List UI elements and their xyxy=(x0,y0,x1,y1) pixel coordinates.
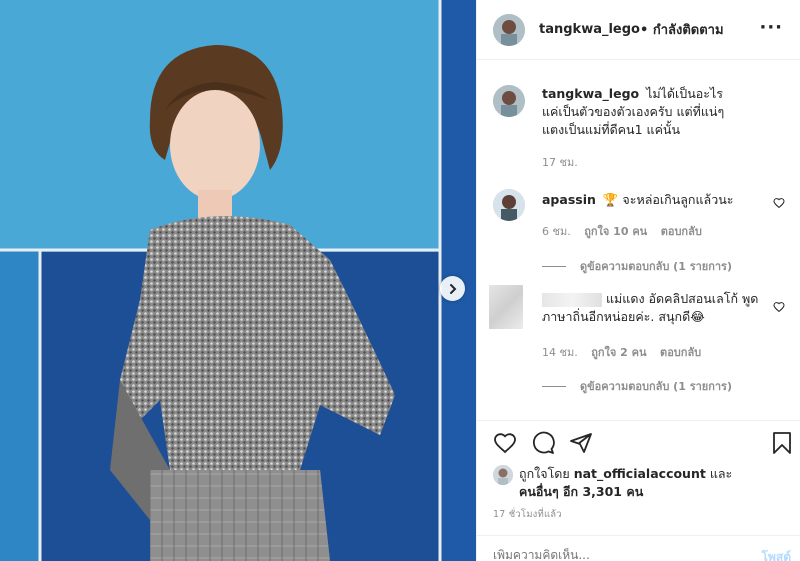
liked-by-user[interactable]: nat_officialaccount xyxy=(574,466,706,481)
reply-button[interactable]: ตอบกลับ xyxy=(661,225,702,238)
share-icon[interactable] xyxy=(569,431,593,455)
blurred-username xyxy=(542,292,602,307)
action-bar xyxy=(477,420,800,464)
comment-input[interactable] xyxy=(493,548,733,561)
post-photo[interactable] xyxy=(0,0,476,561)
liked-by-and: และ xyxy=(709,466,733,481)
view-replies[interactable]: ดูข้อความตอบกลับ (1 รายการ) xyxy=(542,377,732,395)
author-username[interactable]: tangkwa_lego xyxy=(539,22,640,37)
heart-icon[interactable] xyxy=(493,431,517,455)
view-replies[interactable]: ดูข้อความตอบกลับ (1 รายการ) xyxy=(542,257,732,275)
add-comment-bar: โพสต์ xyxy=(477,535,800,561)
liker-avatar[interactable] xyxy=(493,465,513,485)
next-photo-button[interactable] xyxy=(440,276,465,301)
comment-meta: 14 ชม. ถูกใจ 2 คน ตอบกลับ xyxy=(542,343,711,361)
post-header: tangkwa_lego • กำลังติดตาม ··· xyxy=(477,0,800,60)
comment-text: 🏆 จะหล่อเกินลูกแล้วนะ xyxy=(602,192,734,207)
commenter-avatar[interactable] xyxy=(493,189,525,221)
comment-time: 6 ชม. xyxy=(542,225,571,238)
view-replies-label[interactable]: ดูข้อความตอบกลับ (1 รายการ) xyxy=(580,257,732,275)
post-time-ago[interactable]: 17 ชั่วโมงที่แล้ว xyxy=(493,507,562,522)
ellipsis-icon[interactable]: ··· xyxy=(759,17,783,38)
commenter-username[interactable]: apassin xyxy=(542,192,596,207)
post-sidebar: tangkwa_lego • กำลังติดตาม ··· tangkwa_l… xyxy=(476,0,800,561)
comment-likes[interactable]: ถูกใจ 10 คน xyxy=(584,225,647,238)
blurred-avatar xyxy=(489,285,523,329)
liked-by-prefix: ถูกใจโดย xyxy=(519,466,570,481)
caption-avatar[interactable] xyxy=(493,85,525,117)
comment-meta: 6 ชม. ถูกใจ 10 คน ตอบกลับ xyxy=(542,222,712,240)
bookmark-icon[interactable] xyxy=(771,431,793,455)
caption-username[interactable]: tangkwa_lego xyxy=(542,86,639,101)
replies-divider xyxy=(542,265,566,267)
like-comment-heart-icon[interactable] xyxy=(773,301,785,313)
comment-time: 14 ชม. xyxy=(542,346,578,359)
caption-time-text: 17 ชม. xyxy=(542,156,578,169)
replies-divider xyxy=(542,385,566,387)
following-status[interactable]: • กำลังติดตาม xyxy=(640,19,724,40)
caption-time: 17 ชม. xyxy=(542,153,588,171)
chevron-right-icon xyxy=(449,283,456,294)
like-comment-heart-icon[interactable] xyxy=(773,197,785,209)
view-replies-label[interactable]: ดูข้อความตอบกลับ (1 รายการ) xyxy=(580,377,732,395)
photo-illustration xyxy=(0,0,476,561)
comment-likes[interactable]: ถูกใจ 2 คน xyxy=(591,346,646,359)
reply-button[interactable]: ตอบกลับ xyxy=(660,346,701,359)
comments-list[interactable]: tangkwa_lego ไม่ได้เป็นอะไร แค่เป็นตัวขอ… xyxy=(477,61,800,420)
liked-by-others[interactable]: คนอื่นๆ อีก 3,301 คน xyxy=(519,484,643,499)
post-comment-button[interactable]: โพสต์ xyxy=(762,548,791,561)
author-avatar[interactable] xyxy=(493,13,525,46)
comment-icon[interactable] xyxy=(531,431,555,455)
